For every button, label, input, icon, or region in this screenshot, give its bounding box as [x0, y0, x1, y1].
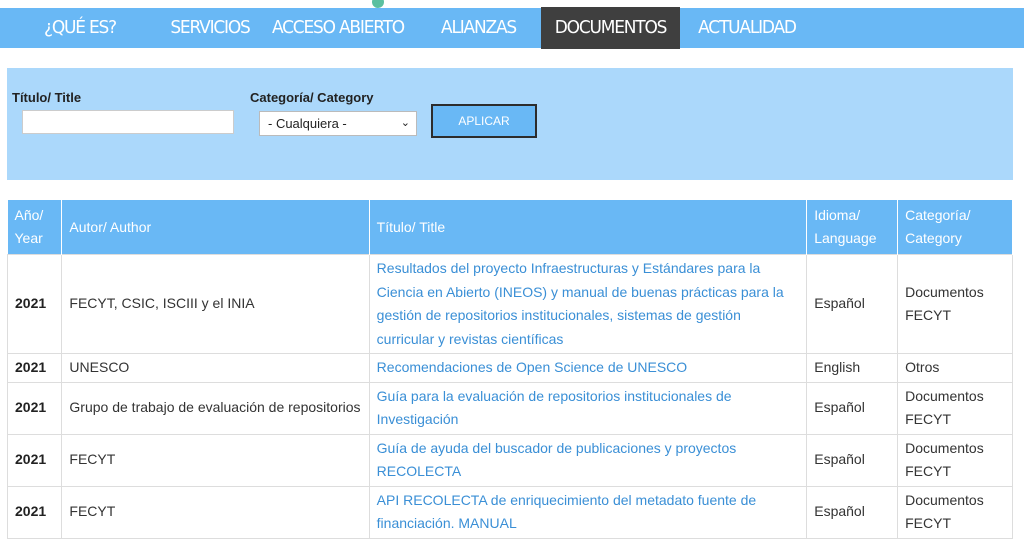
year-cell: 2021 [6, 353, 63, 383]
title-cell: Guía para la evaluación de repositorios … [368, 381, 808, 435]
header-year[interactable]: Año/ Year [7, 200, 63, 255]
table-row: 2021 FECYT, CSIC, ISCIII y el INIA Resulta… [6, 254, 1013, 354]
language-cell: Español [806, 254, 899, 354]
filter-panel: Título/ Title Categoría/ Category - Cual… [7, 68, 1013, 180]
table-row: 2021 FECYT Guía de ayuda del buscador de p… [6, 433, 1013, 487]
category-select[interactable]: - Cualquiera - ⌄ [259, 111, 417, 136]
title-cell: Guía de ayuda del buscador de publicacio… [368, 433, 808, 487]
author-cell: FECYT [61, 485, 370, 539]
main-nav: ¿QUÉ ES? SERVICIOS ACCESO ABIERTO ALIANZAS … [0, 7, 1024, 81]
header-category[interactable]: Categoría/ Category [897, 200, 1013, 255]
table-row: 2021 UNESCO Recomendaciones de Open Scienc… [6, 353, 1013, 383]
nav-item-alianzas-fecyt[interactable]: ALIANZAS FECYT [416, 7, 541, 81]
author-cell: UNESCO [61, 353, 370, 383]
document-link[interactable]: API RECOLECTA de enriquecimiento del met… [377, 492, 757, 532]
category-cell: Documentos FECYT [897, 254, 1013, 354]
author-cell: FECYT, CSIC, ISCIII y el INIA [61, 254, 370, 354]
category-cell: Documentos FECYT [897, 433, 1013, 487]
nav-item-actualidad[interactable]: ACTUALIDAD [680, 7, 814, 49]
table-row: 2021 Grupo de trabajo de evaluación de re… [6, 381, 1013, 435]
category-filter-label: Categoría/ Category [250, 90, 374, 105]
table-header-row: Año/ Year Autor/ Author Título/ Title Id… [7, 200, 1013, 255]
language-cell: Español [806, 433, 899, 487]
category-cell: Otros [897, 353, 1013, 383]
document-link[interactable]: Resultados del proyecto Infraestructuras… [377, 260, 784, 347]
author-cell: Grupo de trabajo de evaluación de reposi… [61, 381, 370, 435]
nav-item-documentos[interactable]: DOCUMENTOS [541, 7, 680, 49]
apply-button[interactable]: APLICAR [431, 104, 537, 138]
header-language[interactable]: Idioma/ Language [806, 200, 899, 255]
header-author[interactable]: Autor/ Author [61, 200, 370, 255]
year-cell: 2021 [6, 254, 63, 354]
title-cell: Resultados del proyecto Infraestructuras… [368, 254, 808, 354]
title-filter-input[interactable] [22, 110, 234, 134]
table-row: 2021 FECYT API RECOLECTA de enriquecimient… [6, 485, 1013, 539]
chevron-down-icon: ⌄ [400, 117, 410, 129]
category-selected-value: - Cualquiera - [268, 116, 347, 131]
year-cell: 2021 [6, 485, 63, 539]
language-cell: Español [806, 485, 899, 539]
document-link[interactable]: Guía de ayuda del buscador de publicacio… [377, 440, 737, 480]
category-cell: Documentos FECYT [897, 485, 1013, 539]
title-cell: API RECOLECTA de enriquecimiento del met… [368, 485, 808, 539]
document-link[interactable]: Recomendaciones de Open Science de UNESC… [377, 359, 688, 375]
language-cell: Español [806, 381, 899, 435]
nav-item-servicios[interactable]: SERVICIOS [160, 7, 260, 49]
language-cell: English [806, 353, 899, 383]
nav-item-qu-es[interactable]: ¿QUÉ ES? [0, 7, 160, 49]
author-cell: FECYT [61, 433, 370, 487]
year-cell: 2021 [6, 433, 63, 487]
documents-table: Año/ Year Autor/ Author Título/ Title Id… [6, 200, 1013, 539]
header-title[interactable]: Título/ Title [369, 200, 808, 255]
nav-item-acceso-abierto[interactable]: ACCESO ABIERTO [260, 7, 416, 49]
title-cell: Recomendaciones de Open Science de UNESC… [368, 353, 808, 383]
year-cell: 2021 [6, 381, 63, 435]
title-filter-label: Título/ Title [12, 90, 82, 105]
document-link[interactable]: Guía para la evaluación de repositorios … [377, 388, 732, 428]
category-cell: Documentos FECYT [897, 381, 1013, 435]
